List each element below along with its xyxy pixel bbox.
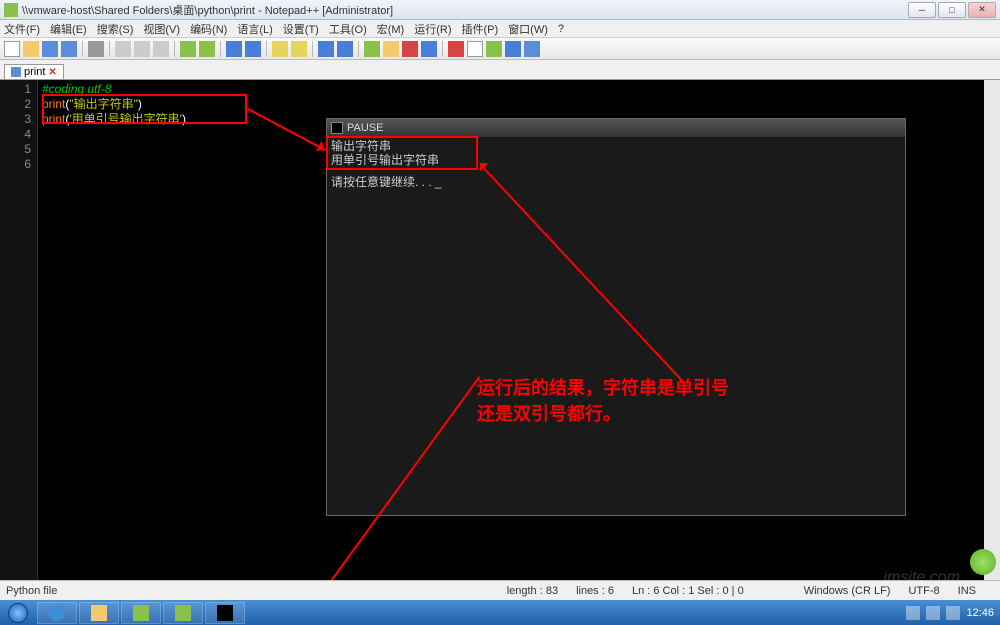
annotation-text: 运行后的结果，字符串是单引号 还是双引号都行。 bbox=[477, 375, 729, 427]
paste-icon[interactable] bbox=[153, 41, 169, 57]
status-encoding: UTF-8 bbox=[908, 585, 939, 597]
tray-flag-icon[interactable] bbox=[906, 606, 920, 620]
console-window: PAUSE 输出字符串 用单引号输出字符串 请按任意键继续. . . _ bbox=[326, 118, 906, 516]
menu-run[interactable]: 运行(R) bbox=[414, 21, 451, 37]
tray-volume-icon[interactable] bbox=[946, 606, 960, 620]
system-tray[interactable]: 12:46 bbox=[900, 606, 1000, 620]
menu-bar: 文件(F) 编辑(E) 搜索(S) 视图(V) 编码(N) 语言(L) 设置(T… bbox=[0, 20, 1000, 38]
menu-help[interactable]: ? bbox=[558, 23, 564, 35]
tab-label: print bbox=[24, 66, 45, 78]
status-lines: lines : 6 bbox=[576, 585, 614, 597]
window-titlebar: \\vmware-host\Shared Folders\桌面\python\p… bbox=[0, 0, 1000, 20]
stop-icon[interactable] bbox=[467, 41, 483, 57]
floating-badge[interactable] bbox=[970, 549, 996, 575]
menu-file[interactable]: 文件(F) bbox=[4, 21, 40, 37]
menu-view[interactable]: 视图(V) bbox=[143, 21, 180, 37]
start-orb-icon bbox=[8, 603, 28, 623]
find-icon[interactable] bbox=[226, 41, 242, 57]
savemacro-icon[interactable] bbox=[524, 41, 540, 57]
status-eol: Windows (CR LF) bbox=[804, 585, 891, 597]
print-icon[interactable] bbox=[88, 41, 104, 57]
wrap-icon[interactable] bbox=[318, 41, 334, 57]
copy-icon[interactable] bbox=[134, 41, 150, 57]
explorer-icon bbox=[91, 605, 107, 621]
windows-taskbar: 12:46 bbox=[0, 600, 1000, 625]
tray-clock[interactable]: 12:46 bbox=[966, 607, 994, 619]
file-icon bbox=[11, 67, 21, 77]
new-icon[interactable] bbox=[4, 41, 20, 57]
tab-bar: print ✕ bbox=[0, 60, 1000, 80]
open-icon[interactable] bbox=[23, 41, 39, 57]
status-ins: INS bbox=[958, 585, 976, 597]
status-length: length : 83 bbox=[507, 585, 558, 597]
status-filetype: Python file bbox=[6, 585, 57, 597]
tab-print[interactable]: print ✕ bbox=[4, 64, 64, 79]
play-icon[interactable] bbox=[486, 41, 502, 57]
code-highlight-box bbox=[42, 94, 247, 124]
zoom-in-icon[interactable] bbox=[272, 41, 288, 57]
console-task-icon bbox=[217, 605, 233, 621]
app1-icon bbox=[133, 605, 149, 621]
playmulti-icon[interactable] bbox=[505, 41, 521, 57]
maximize-button[interactable]: □ bbox=[938, 2, 966, 18]
showall-icon[interactable] bbox=[337, 41, 353, 57]
tab-close-icon[interactable]: ✕ bbox=[48, 67, 56, 78]
menu-macro[interactable]: 宏(M) bbox=[377, 21, 405, 37]
redo-icon[interactable] bbox=[199, 41, 215, 57]
menu-tools[interactable]: 工具(O) bbox=[329, 21, 367, 37]
taskbar-app2[interactable] bbox=[163, 602, 203, 624]
menu-language[interactable]: 语言(L) bbox=[237, 21, 272, 37]
tray-network-icon[interactable] bbox=[926, 606, 940, 620]
console-title: PAUSE bbox=[347, 122, 383, 134]
window-title: \\vmware-host\Shared Folders\桌面\python\p… bbox=[22, 2, 393, 18]
save-icon[interactable] bbox=[42, 41, 58, 57]
start-button[interactable] bbox=[0, 600, 36, 625]
vertical-scrollbar[interactable] bbox=[984, 80, 1000, 580]
monitor-icon[interactable] bbox=[402, 41, 418, 57]
minimize-button[interactable]: ─ bbox=[908, 2, 936, 18]
taskbar-console[interactable] bbox=[205, 602, 245, 624]
folder2-icon[interactable] bbox=[383, 41, 399, 57]
line-gutter: 1 2 3 4 5 6 bbox=[0, 80, 38, 580]
taskbar-explorer[interactable] bbox=[79, 602, 119, 624]
status-bar: Python file length : 83 lines : 6 Ln : 6… bbox=[0, 580, 1000, 600]
record-icon[interactable] bbox=[448, 41, 464, 57]
menu-search[interactable]: 搜索(S) bbox=[97, 21, 134, 37]
close-button[interactable]: ✕ bbox=[968, 2, 996, 18]
menu-encoding[interactable]: 编码(N) bbox=[190, 21, 227, 37]
func-icon[interactable] bbox=[421, 41, 437, 57]
app-icon bbox=[4, 3, 18, 17]
cut-icon[interactable] bbox=[115, 41, 131, 57]
menu-window[interactable]: 窗口(W) bbox=[508, 21, 548, 37]
toolbar bbox=[0, 38, 1000, 60]
replace-icon[interactable] bbox=[245, 41, 261, 57]
taskbar-ie[interactable] bbox=[37, 602, 77, 624]
app2-icon bbox=[175, 605, 191, 621]
saveall-icon[interactable] bbox=[61, 41, 77, 57]
undo-icon[interactable] bbox=[180, 41, 196, 57]
console-titlebar[interactable]: PAUSE bbox=[327, 119, 905, 137]
zoom-out-icon[interactable] bbox=[291, 41, 307, 57]
ie-icon bbox=[49, 605, 65, 621]
menu-plugins[interactable]: 插件(P) bbox=[462, 21, 499, 37]
menu-settings[interactable]: 设置(T) bbox=[283, 21, 319, 37]
output-highlight-box bbox=[326, 136, 478, 170]
console-icon bbox=[331, 122, 343, 134]
taskbar-app1[interactable] bbox=[121, 602, 161, 624]
indent-icon[interactable] bbox=[364, 41, 380, 57]
menu-edit[interactable]: 编辑(E) bbox=[50, 21, 87, 37]
status-position: Ln : 6 Col : 1 Sel : 0 | 0 bbox=[632, 585, 744, 597]
